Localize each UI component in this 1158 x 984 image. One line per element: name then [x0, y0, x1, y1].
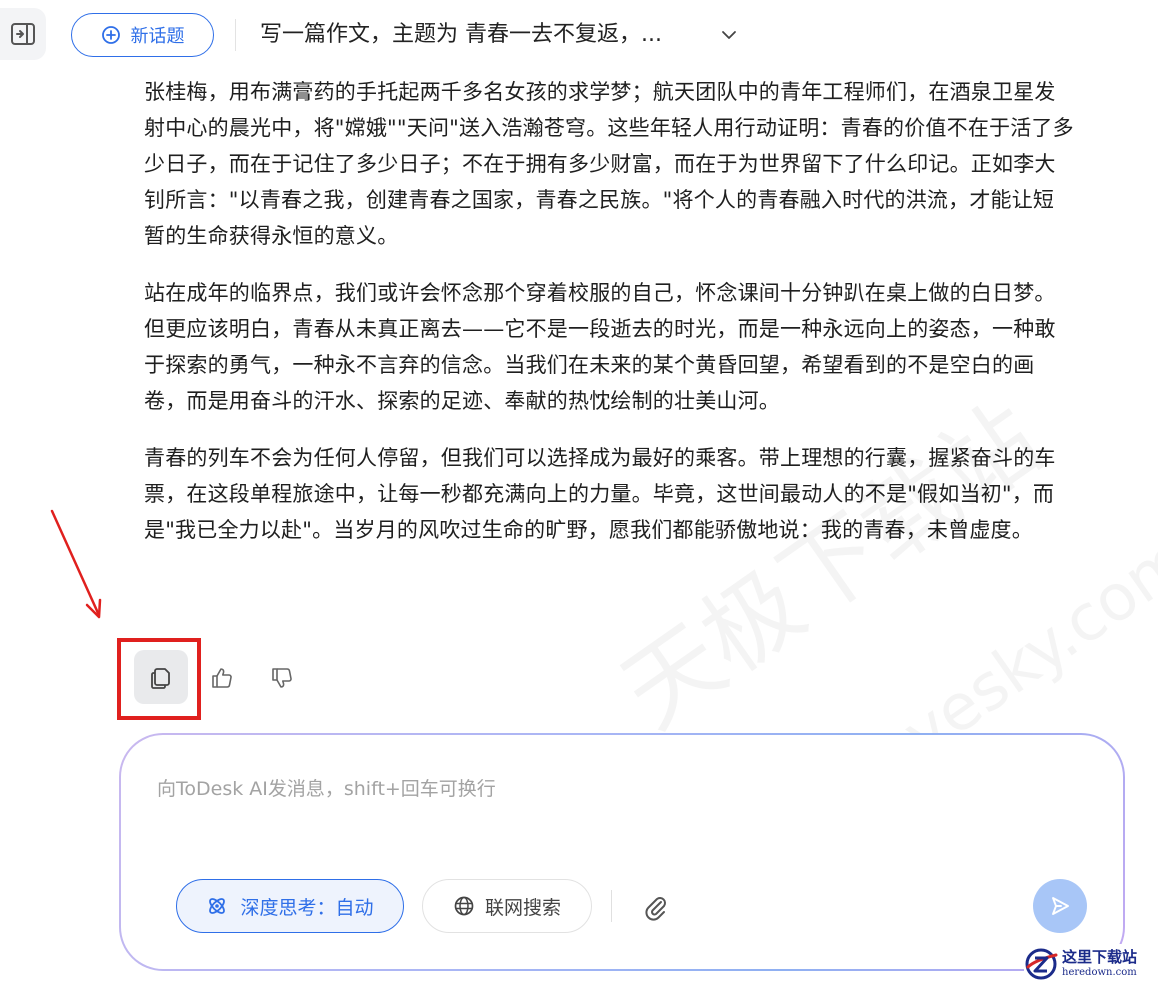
thumbs-up-icon: [212, 668, 232, 688]
response-paragraph: 站在成年的临界点，我们或许会怀念那个穿着校服的自己，怀念课间十分钟趴在桌上做的白…: [144, 281, 1056, 413]
like-button[interactable]: [207, 663, 237, 693]
paperclip-icon: [645, 897, 666, 921]
dislike-button[interactable]: [267, 663, 297, 693]
ai-response-content: 张桂梅，用布满膏药的手托起两千多名女孩的求学梦；航天团队中的青年工程师们，在酒泉…: [144, 74, 1074, 569]
logo-url: heredown.com: [1062, 967, 1137, 978]
globe-icon: [454, 896, 474, 916]
annotation-highlight-box: [117, 638, 201, 720]
logo-text: 这里下载站 heredown.com: [1062, 950, 1137, 978]
composer-divider: [611, 890, 612, 922]
thumbs-down-icon: [272, 668, 292, 688]
plus-circle-icon: [101, 26, 120, 44]
conversation-title[interactable]: 写一篇作文，主题为 青春一去不复返，...: [260, 19, 710, 51]
deep-think-label: 深度思考：自动: [240, 896, 374, 919]
atom-icon: [209, 898, 226, 914]
attach-button[interactable]: [639, 891, 671, 923]
web-search-button[interactable]: 联网搜索: [422, 879, 592, 933]
message-input[interactable]: [157, 773, 1057, 805]
response-paragraph: 青春的列车不会为任何人停留，但我们可以选择成为最好的乘客。带上理想的行囊，握紧奋…: [144, 446, 1056, 542]
send-button[interactable]: [1033, 879, 1087, 933]
send-icon: [1052, 897, 1069, 915]
annotation-arrow: [50, 509, 102, 619]
response-paragraph: 张桂梅，用布满膏药的手托起两千多名女孩的求学梦；航天团队中的青年工程师们，在酒泉…: [144, 80, 1074, 248]
message-composer: 深度思考：自动 联网搜索: [119, 733, 1125, 971]
new-topic-label: 新话题: [130, 26, 185, 47]
web-search-label: 联网搜索: [484, 896, 561, 919]
deep-think-button[interactable]: 深度思考：自动: [176, 879, 404, 933]
header-divider: [235, 19, 236, 51]
site-logo: 这里下载站 heredown.com: [1024, 944, 1156, 984]
logo-name: 这里下载站: [1062, 948, 1138, 966]
composer-body: 深度思考：自动 联网搜索: [121, 735, 1123, 969]
header: 新话题 写一篇作文，主题为 青春一去不复返，...: [0, 0, 1158, 72]
chevron-down-icon[interactable]: [718, 24, 740, 46]
sidebar-toggle-button[interactable]: [0, 8, 46, 60]
new-topic-button[interactable]: 新话题: [71, 13, 214, 57]
sidebar-expand-icon: [11, 23, 35, 45]
z-logo-icon: [1025, 948, 1058, 980]
